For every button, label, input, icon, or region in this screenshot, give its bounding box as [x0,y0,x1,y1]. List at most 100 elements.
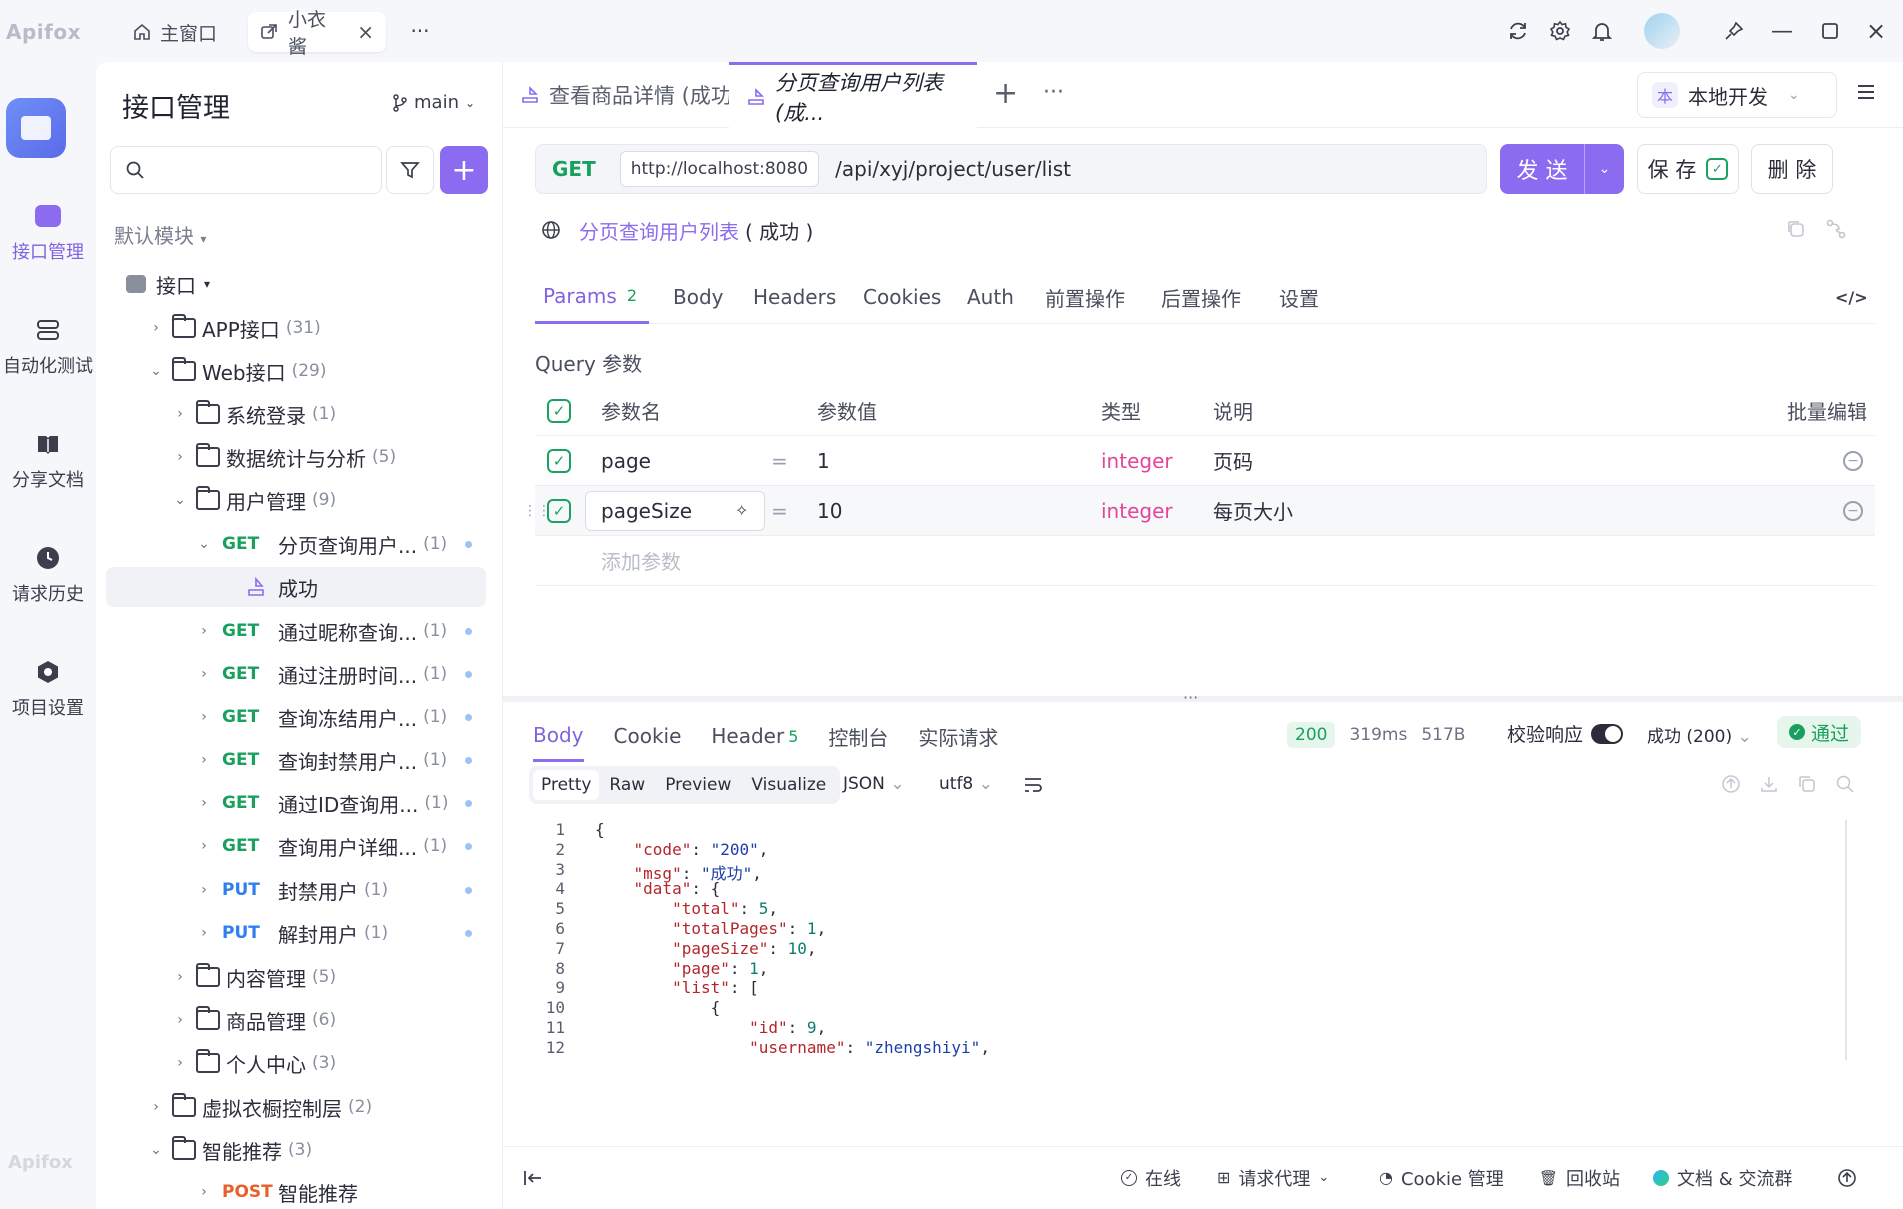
tree-root[interactable]: 接口 ▾ [126,264,502,304]
param-value[interactable]: 10 [817,499,842,523]
chevron-down-icon[interactable]: ⌄ [146,1142,166,1158]
tab-headers[interactable]: Headers [753,270,836,324]
rail-item-docs[interactable]: 分享文档 [0,430,96,492]
tree-api-item[interactable]: › PUT 解封用户 (1) [106,913,486,953]
view-preview[interactable]: Preview [655,770,741,800]
case-link[interactable]: 分页查询用户列表 [579,216,739,245]
gear-icon[interactable] [1546,17,1574,45]
window-tab-main[interactable]: 主窗口 [120,12,229,52]
rail-item-api[interactable]: 接口管理 [0,202,96,264]
upgrade-icon[interactable] [1837,1168,1857,1188]
chevron-down-icon[interactable]: ⌄ [1584,144,1624,194]
remove-param-icon[interactable]: − [1843,450,1863,471]
chevron-right-icon[interactable]: › [194,925,214,941]
rail-item-history[interactable]: 请求历史 [0,544,96,606]
url-bar[interactable]: GET http://localhost:8080 /api/xyj/proje… [535,144,1487,194]
tab-user-list[interactable]: 分页查询用户列表 (成... [729,62,977,128]
encoding-selector[interactable]: utf8 ⌄ [939,774,993,794]
tree-api-item[interactable]: › GET 通过昵称查询... (1) [106,611,486,651]
tab-post-actions[interactable]: 后置操作 [1161,270,1241,324]
chevron-right-icon[interactable]: › [170,449,190,465]
cookie-manager[interactable]: ◔ Cookie 管理 [1379,1165,1504,1191]
tab-params[interactable]: Params 2 [535,270,649,324]
close-icon[interactable]: × [357,20,374,44]
chevron-down-icon[interactable]: ⌄ [146,363,166,379]
refresh-icon[interactable] [1504,17,1532,45]
save-button[interactable]: 保 存 ✓ [1637,144,1739,194]
more-icon[interactable]: ··· [406,17,434,45]
tab-response-header[interactable]: Header 5 [711,710,798,762]
tree-folder[interactable]: › 内容管理 (5) [106,957,486,997]
tree-folder[interactable]: › 商品管理 (6) [106,1000,486,1040]
param-type[interactable]: integer [1101,499,1173,523]
chevron-right-icon[interactable]: › [170,969,190,985]
collapse-sidebar-icon[interactable] [523,1169,543,1187]
tree-api-item[interactable]: › GET 通过注册时间... (1) [106,654,486,694]
upload-icon[interactable] [1721,774,1741,794]
tree-folder[interactable]: › 个人中心 (3) [106,1043,486,1083]
search-icon[interactable] [1835,774,1855,794]
minimize-icon[interactable]: — [1768,17,1796,45]
view-raw[interactable]: Raw [599,770,655,800]
param-value[interactable]: 1 [817,449,830,473]
tab-cookies[interactable]: Cookies [863,270,941,324]
tab-actual-request[interactable]: 实际请求 [918,710,998,762]
download-icon[interactable] [1759,774,1779,794]
resize-handle[interactable]: ··· [1183,688,1198,707]
param-desc[interactable]: 页码 [1213,446,1253,475]
tab-body[interactable]: Body [673,270,724,324]
tree-api-item[interactable]: › POST 智能推荐 [106,1172,486,1209]
docs-community[interactable]: 文档 & 交流群 [1653,1165,1792,1191]
tree-api-item[interactable]: › PUT 封禁用户 (1) [106,870,486,910]
tab-settings[interactable]: 设置 [1279,270,1319,324]
copy-icon[interactable] [1785,218,1807,240]
validate-toggle[interactable]: 校验响应 [1507,720,1624,747]
window-close-icon[interactable]: × [1862,17,1890,45]
tab-response-cookie[interactable]: Cookie [614,710,682,762]
chevron-right-icon[interactable]: › [170,406,190,422]
add-button[interactable]: + [440,146,488,194]
code-icon[interactable]: </> [1835,270,1868,324]
chevron-right-icon[interactable]: › [194,666,214,682]
response-code-view[interactable]: 1{2 "code": "200", 3 "msg": "成功", 4 "data"… [503,814,1873,1064]
chevron-right-icon[interactable]: › [194,752,214,768]
recycle-bin[interactable]: 🗑 回收站 [1539,1165,1620,1191]
param-name[interactable]: page [601,449,651,473]
environment-selector[interactable]: 本 本地开发 ⌄ [1637,72,1837,118]
chevron-right-icon[interactable]: › [146,320,166,336]
tree-folder[interactable]: ⌄ 用户管理 (9) [106,480,486,520]
param-desc[interactable]: 每页大小 [1213,496,1293,525]
chevron-right-icon[interactable]: › [146,1099,166,1115]
add-param-row[interactable]: 添加参数 [535,536,1875,586]
code-scrollbar[interactable] [1845,820,1847,1060]
remove-param-icon[interactable]: − [1843,500,1863,521]
tree-folder[interactable]: › 虚拟衣橱控制层 (2) [106,1087,486,1127]
branch-selector[interactable]: main ⌄ [392,92,475,113]
tree-folder[interactable]: › 数据统计与分析 (5) [106,437,486,477]
chevron-down-icon[interactable]: ⌄ [194,536,214,552]
chevron-right-icon[interactable]: › [170,1055,190,1071]
menu-icon[interactable] [1855,82,1877,102]
tree-api-item[interactable]: › GET 查询冻结用户... (1) [106,697,486,737]
param-checkbox[interactable]: ✓ [547,448,571,473]
chevron-right-icon[interactable]: › [194,709,214,725]
tree-api-item[interactable]: › GET 查询用户详细... (1) [106,826,486,866]
rail-item-settings[interactable]: 项目设置 [0,658,96,720]
tree-folder[interactable]: › APP接口 (31) [106,308,486,348]
rail-item-autotest[interactable]: 自动化测试 [0,316,96,378]
new-tab-plus-icon[interactable]: + [993,76,1018,111]
tree-folder[interactable]: ⌄ 智能推荐 (3) [106,1130,486,1170]
pin-icon[interactable] [1720,17,1748,45]
bell-icon[interactable] [1588,17,1616,45]
param-checkbox[interactable]: ✓ [547,498,571,523]
tree-api-item[interactable]: › GET 通过ID查询用... (1) [106,783,486,823]
result-selector[interactable]: 成功 (200) ⌄ [1647,722,1752,747]
tab-product-detail[interactable]: 查看商品详情 (成功) [503,62,758,128]
toggle-switch[interactable] [1591,723,1624,744]
tree-folder[interactable]: › 系统登录 (1) [106,394,486,434]
search-input[interactable] [110,146,382,194]
add-param-placeholder[interactable]: 添加参数 [601,546,681,575]
tree-api-item[interactable]: ⌄ GET 分页查询用户... (1) [106,524,486,564]
select-all-checkbox[interactable]: ✓ [547,398,571,423]
tab-response-body[interactable]: Body [533,710,584,762]
